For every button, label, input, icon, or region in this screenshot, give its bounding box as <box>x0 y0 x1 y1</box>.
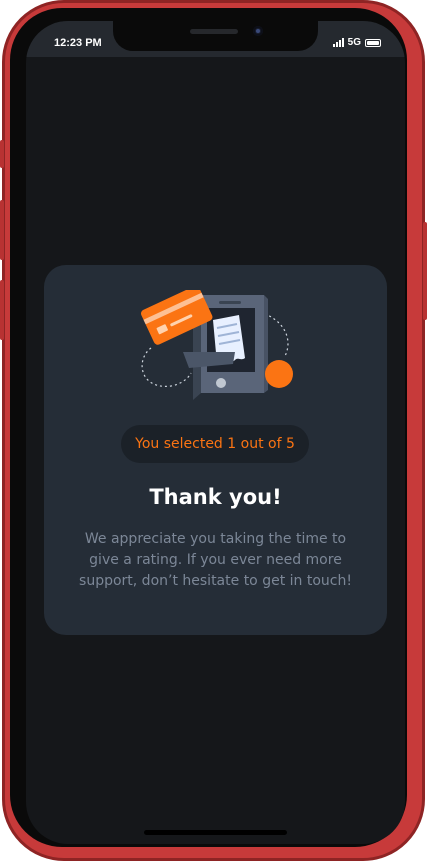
status-indicators: 5G <box>332 37 381 48</box>
phone-home-button <box>216 378 226 388</box>
notch <box>113 21 318 51</box>
battery-icon <box>365 38 381 47</box>
phone-earpiece <box>219 301 241 304</box>
network-type: 5G <box>347 37 361 48</box>
rating-thank-you-card: You selected 1 out of 5 Thank you! We ap… <box>44 265 387 635</box>
selected-rating-badge: You selected 1 out of 5 <box>121 425 309 463</box>
home-indicator[interactable] <box>144 830 287 835</box>
power-button <box>423 222 427 320</box>
signal-icon <box>332 38 344 47</box>
phone-screen: 12:23 PM 5G You selected 1 out of 5 Than… <box>26 21 405 844</box>
payment-illustration <box>141 290 293 400</box>
orange-dot <box>265 360 293 388</box>
thank-you-description: We appreciate you taking the time to giv… <box>79 531 352 589</box>
camera-icon <box>253 26 263 36</box>
volume-down-button <box>0 280 4 340</box>
silent-switch <box>0 140 4 168</box>
volume-up-button <box>0 200 4 260</box>
status-time: 12:23 PM <box>54 37 102 49</box>
thank-you-title: Thank you! <box>149 485 282 509</box>
speaker-grille <box>190 29 238 34</box>
